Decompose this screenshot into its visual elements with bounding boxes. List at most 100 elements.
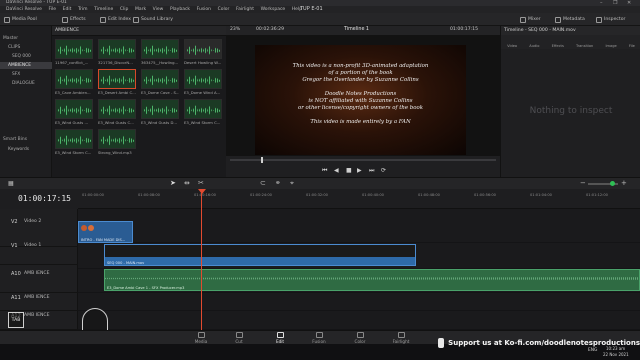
clock-date[interactable]: 22 Nov 2021 [603, 352, 629, 357]
effects-button[interactable]: Effects [62, 15, 86, 24]
media-clip[interactable]: 321736_DiscorN... [98, 39, 136, 65]
play-icon[interactable]: ▶ [357, 167, 362, 174]
timeline-tracks[interactable]: INTRO - FAN MADE DIS... SEQ 000 - MAIN.m… [78, 209, 640, 330]
media-clip[interactable]: E3_Wind Storm C... [184, 99, 222, 125]
menu-workspace[interactable]: Workspace [261, 6, 286, 13]
zoom-in-icon[interactable]: + [621, 179, 627, 187]
page-fairlight[interactable]: Fairlight [386, 332, 416, 344]
scrubber-handle[interactable] [261, 157, 263, 163]
track-header-v1[interactable]: V1 Video 1 [0, 241, 78, 265]
tab-audio[interactable]: Audio [529, 44, 539, 48]
skip-back-icon[interactable]: ⏮ [322, 167, 327, 175]
media-pool-button[interactable]: Media Pool [4, 15, 37, 24]
timeline-ruler[interactable]: 01:00:00:00 01:00:08:00 01:00:16:00 01:0… [78, 189, 640, 209]
track-name: AMB IENCE [24, 271, 50, 276]
zoom-slider-handle[interactable] [610, 181, 615, 186]
bin-seq000[interactable]: SEQ 000 [12, 54, 31, 59]
page-edit[interactable]: Edit [265, 332, 295, 344]
mixer-button[interactable]: Mixer [520, 15, 541, 24]
skip-forward-icon[interactable]: ⏭ [369, 167, 374, 175]
media-clip[interactable]: E3_Wind Gusts D... [141, 99, 179, 125]
bin-dialogue[interactable]: DIALOGUE [12, 81, 35, 86]
snapping-icon[interactable]: ⊂ [260, 179, 266, 187]
disclaimer-line-3: Gregor the Overlander by Suzanne Collins [302, 77, 419, 83]
clip-name: 11967_conflict_... [55, 60, 89, 65]
menu-davinci[interactable]: DaVinci Resolve [6, 6, 42, 13]
clip-label: E3_Dome Ambi Cave 1 - SFX Producer.mp3 [107, 286, 185, 290]
color-page-icon [356, 332, 364, 338]
waveform-icon [101, 105, 135, 116]
menu-playback[interactable]: Playback [170, 6, 190, 13]
zoom-level[interactable]: 23% [230, 27, 240, 32]
bin-clips[interactable]: CLIPS [8, 45, 20, 50]
menu-mark[interactable]: Mark [135, 6, 146, 13]
clip-thumbnail [184, 69, 222, 89]
track-header-a11[interactable]: A11 AMB IENCE [0, 293, 78, 311]
tab-image[interactable]: Image [605, 44, 616, 48]
scrubber-bar[interactable] [230, 159, 496, 161]
clip-main[interactable]: SEQ 000 - MAIN.mov [104, 244, 416, 266]
media-clip[interactable]: E3_Desert Ambi C... [98, 69, 136, 95]
page-color[interactable]: Color [345, 332, 375, 344]
inspector-button[interactable]: Inspector [596, 15, 625, 24]
smart-bins-header[interactable]: Smart Bins [3, 137, 27, 142]
media-clip[interactable]: E3_Cave Ambien... [55, 69, 93, 95]
selection-tool-icon[interactable]: ➤ [170, 179, 176, 187]
bin-ambience[interactable]: AMBIENCE [0, 62, 52, 69]
reverse-icon[interactable]: ◀ [334, 167, 339, 174]
track-header-a10[interactable]: A10 AMB IENCE [0, 269, 78, 293]
zoom-out-icon[interactable]: − [580, 179, 586, 187]
timeline-name[interactable]: Timeline 1 [344, 27, 369, 32]
project-title: TUP E-01 [300, 6, 323, 12]
sound-library-button[interactable]: Sound Library [133, 15, 173, 24]
timeline-timecode[interactable]: 01:00:17:15 [18, 194, 71, 203]
media-clip[interactable]: Strong_Wind.mp3 [98, 129, 136, 155]
blade-tool-icon[interactable]: ✂ [198, 179, 204, 187]
metadata-button[interactable]: Metadata [555, 15, 585, 24]
layout-icon[interactable]: ▦ [8, 180, 14, 187]
waveform-icon [58, 45, 92, 56]
media-clip[interactable]: E3_Wind Gusts ... [55, 99, 93, 125]
stop-icon[interactable]: ■ [346, 167, 352, 174]
tab-effects[interactable]: Effects [552, 44, 564, 48]
menu-edit[interactable]: Edit [63, 6, 72, 13]
bin-keywords[interactable]: Keywords [8, 147, 29, 152]
media-clip[interactable]: 363475__Howling... [141, 39, 179, 65]
menu-color[interactable]: Color [218, 6, 230, 13]
clip-label: SEQ 000 - MAIN.mov [107, 261, 145, 265]
waveform-icon [187, 75, 221, 86]
clip-thumbnail [55, 39, 93, 59]
tab-video[interactable]: Video [507, 44, 517, 48]
bin-master[interactable]: Master [3, 36, 18, 41]
waveform-icon [144, 105, 178, 116]
tab-file[interactable]: File [629, 44, 635, 48]
menu-view[interactable]: View [153, 6, 164, 13]
media-clip[interactable]: 11967_conflict_... [55, 39, 93, 65]
page-fusion[interactable]: Fusion [304, 332, 334, 344]
clip-ambience[interactable]: E3_Dome Ambi Cave 1 - SFX Producer.mp3 [104, 269, 640, 291]
trim-tool-icon[interactable]: ⇹ [184, 179, 190, 187]
edit-index-button[interactable]: Edit Index [100, 15, 131, 24]
playhead-handle[interactable] [198, 189, 206, 194]
page-media[interactable]: Media [186, 332, 216, 344]
page-cut[interactable]: Cut [224, 332, 254, 344]
loop-icon[interactable]: ⟳ [381, 167, 386, 174]
menu-timeline[interactable]: Timeline [94, 6, 113, 13]
media-clip[interactable]: E3_Dome Cave - S... [141, 69, 179, 95]
bin-sfx[interactable]: SFX [12, 72, 20, 77]
media-clip[interactable]: E3_Wind Storm C... [55, 129, 93, 155]
playhead[interactable] [201, 189, 202, 330]
menu-file[interactable]: File [49, 6, 57, 13]
waveform-icon [187, 45, 221, 56]
clip-intro[interactable]: INTRO - FAN MADE DIS... [78, 221, 133, 243]
media-clip[interactable]: E3_Wind Gusts C... [98, 99, 136, 125]
menu-trim[interactable]: Trim [78, 6, 88, 13]
menu-fusion[interactable]: Fusion [197, 6, 211, 13]
media-clip[interactable]: Desert Howling W... [184, 39, 222, 65]
menu-fairlight[interactable]: Fairlight [236, 6, 254, 13]
media-clip[interactable]: E3_Dome Wind A... [184, 69, 222, 95]
tab-transition[interactable]: Transition [576, 44, 593, 48]
position-lock-icon[interactable]: ⌖ [290, 179, 294, 188]
link-icon[interactable]: ⚭ [275, 179, 281, 187]
menu-clip[interactable]: Clip [120, 6, 129, 13]
